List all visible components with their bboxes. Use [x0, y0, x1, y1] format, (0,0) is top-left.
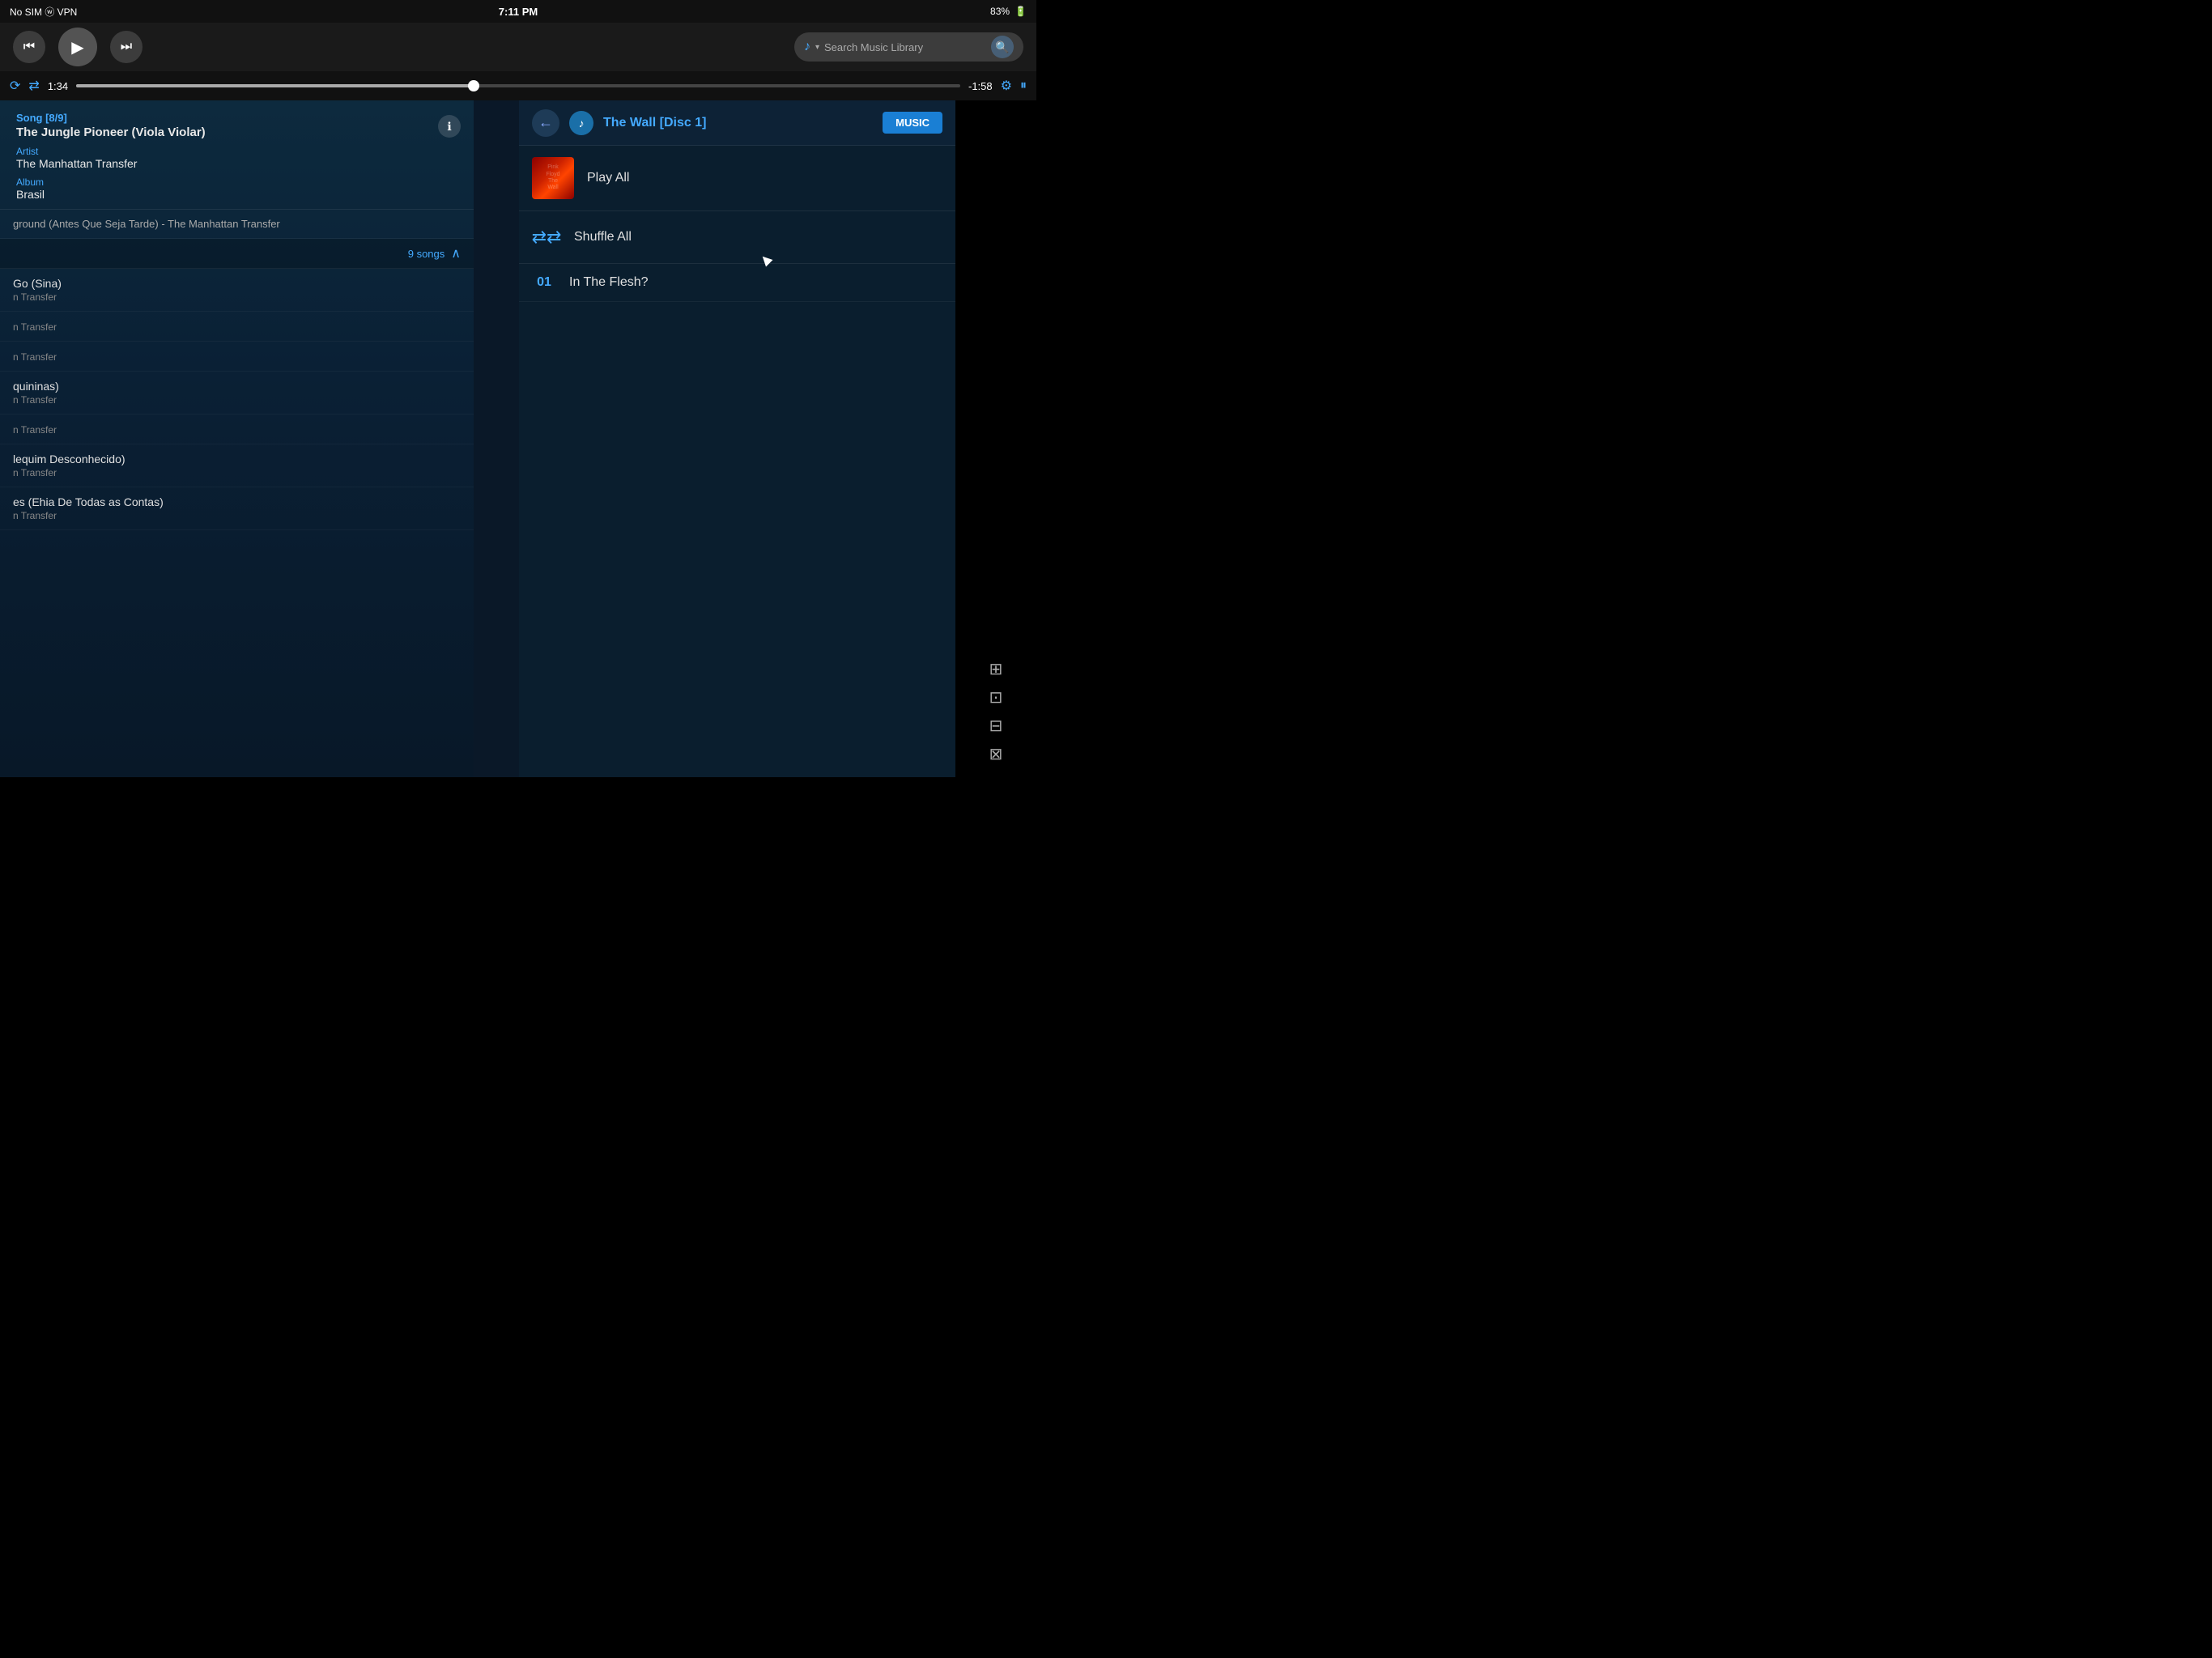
playlist-item-artist: n Transfer: [13, 424, 461, 436]
search-input[interactable]: [824, 41, 986, 53]
status-right: 83% 🔋: [990, 6, 1027, 17]
progress-dot: [468, 80, 479, 91]
current-time: 1:34: [48, 80, 68, 92]
list-item[interactable]: lequim Desconhecido) n Transfer: [0, 444, 474, 487]
playlist-section: 9 songs ∧ Go (Sina) n Transfer n Transfe…: [0, 239, 474, 530]
album-icon: ♪: [569, 111, 593, 135]
music-note-icon: ♪: [804, 40, 810, 54]
collapse-button[interactable]: ∧: [451, 245, 461, 261]
playlist-item-title: quininas): [13, 380, 461, 393]
playlist-item-artist: n Transfer: [13, 467, 461, 478]
status-time: 7:11 PM: [499, 6, 538, 18]
playlist-item-title: Go (Sina): [13, 277, 461, 290]
track-number: 01: [532, 275, 556, 290]
playlist-item-artist: n Transfer: [13, 510, 461, 521]
battery-status: 83%: [990, 6, 1010, 17]
transport-right: ♪ ▾ 🔍: [794, 32, 1023, 62]
now-playing-header: Song [8/9] The Jungle Pioneer (Viola Vio…: [0, 100, 474, 210]
divider-panel: [474, 100, 519, 777]
artist-value: The Manhattan Transfer: [16, 157, 432, 170]
album-value: Brasil: [16, 188, 432, 201]
song-title: The Jungle Pioneer (Viola Violar): [16, 125, 432, 139]
play-button[interactable]: ▶: [58, 28, 97, 66]
side-icon-2[interactable]: ⊡: [989, 687, 1003, 708]
track-title: In The Flesh?: [569, 275, 649, 290]
playlist-item-artist: n Transfer: [13, 291, 461, 303]
progress-bar-row: ⟳ ⇄ 1:34 -1:58 ⚙ ⏸: [0, 71, 1036, 100]
track-item[interactable]: 01 In The Flesh?: [519, 264, 955, 302]
progress-fill: [76, 84, 474, 87]
songs-count: 9 songs: [408, 248, 445, 260]
back-button[interactable]: ←: [532, 109, 559, 137]
side-panel: ⊞ ⊡ ⊟ ⊠: [955, 100, 1036, 777]
main-content: Song [8/9] The Jungle Pioneer (Viola Vio…: [0, 100, 1036, 777]
status-left: No SIM ⓦ VPN: [10, 5, 77, 19]
left-panel: Song [8/9] The Jungle Pioneer (Viola Vio…: [0, 100, 474, 777]
music-badge: MUSIC: [883, 112, 942, 134]
remaining-time: -1:58: [968, 80, 993, 92]
playlist-item-artist: n Transfer: [13, 351, 461, 363]
track-list: PinkFloydTheWall Play All ⇄⇄ Shuffle All…: [519, 146, 955, 777]
repeat-button[interactable]: ⟳: [10, 78, 20, 94]
search-button[interactable]: 🔍: [991, 36, 1014, 58]
equalizer-button[interactable]: ⚙: [1001, 78, 1012, 94]
battery-icon: 🔋: [1015, 6, 1027, 17]
list-item[interactable]: es (Ehia De Todas as Contas) n Transfer: [0, 487, 474, 530]
list-item[interactable]: Go (Sina) n Transfer: [0, 269, 474, 312]
right-panel: ← ♪ The Wall [Disc 1] MUSIC PinkFloydThe…: [519, 100, 955, 777]
now-playing-track: ground (Antes Que Seja Tarde) - The Manh…: [0, 210, 474, 239]
playlist-item-title: es (Ehia De Todas as Contas): [13, 495, 461, 508]
search-bar: ♪ ▾ 🔍: [794, 32, 1023, 62]
sim-status: No SIM ⓦ VPN: [10, 5, 77, 19]
dropdown-icon[interactable]: ▾: [815, 43, 819, 52]
artist-label: Artist: [16, 146, 432, 157]
side-icon-3[interactable]: ⊟: [989, 716, 1003, 736]
play-all-item[interactable]: PinkFloydTheWall Play All: [519, 146, 955, 211]
shuffle-all-item[interactable]: ⇄⇄ Shuffle All: [519, 211, 955, 264]
song-label: Song [8/9]: [16, 112, 432, 124]
album-thumbnail: PinkFloydTheWall: [532, 157, 574, 199]
status-bar: No SIM ⓦ VPN 7:11 PM 83% 🔋: [0, 0, 1036, 23]
album-label: Album: [16, 176, 432, 188]
right-panel-header: ← ♪ The Wall [Disc 1] MUSIC: [519, 100, 955, 146]
side-icon-4[interactable]: ⊠: [989, 744, 1003, 764]
transport-bar: ⏮ ▶ ⏭ ♪ ▾ 🔍: [0, 23, 1036, 71]
shuffle-all-icon: ⇄⇄: [532, 223, 561, 252]
playlist-header: 9 songs ∧: [0, 239, 474, 269]
side-icon-1[interactable]: ⊞: [989, 659, 1003, 679]
shuffle-all-text: Shuffle All: [574, 230, 632, 244]
shuffle-button-sm[interactable]: ⇄: [28, 78, 39, 94]
playlist-item-artist: n Transfer: [13, 394, 461, 406]
album-title: The Wall [Disc 1]: [603, 116, 873, 130]
prev-button[interactable]: ⏮: [13, 31, 45, 63]
next-button[interactable]: ⏭: [110, 31, 143, 63]
playlist-item-artist: n Transfer: [13, 321, 461, 333]
info-button[interactable]: ℹ: [438, 115, 461, 138]
pause-button-sm[interactable]: ⏸: [1020, 79, 1027, 93]
list-item[interactable]: quininas) n Transfer: [0, 372, 474, 414]
now-playing-text: Song [8/9] The Jungle Pioneer (Viola Vio…: [16, 112, 432, 201]
progress-track[interactable]: [76, 84, 960, 87]
list-item[interactable]: n Transfer: [0, 414, 474, 444]
list-item[interactable]: n Transfer: [0, 342, 474, 372]
playlist-item-title: lequim Desconhecido): [13, 453, 461, 466]
list-item[interactable]: n Transfer: [0, 312, 474, 342]
play-all-text: Play All: [587, 171, 629, 185]
